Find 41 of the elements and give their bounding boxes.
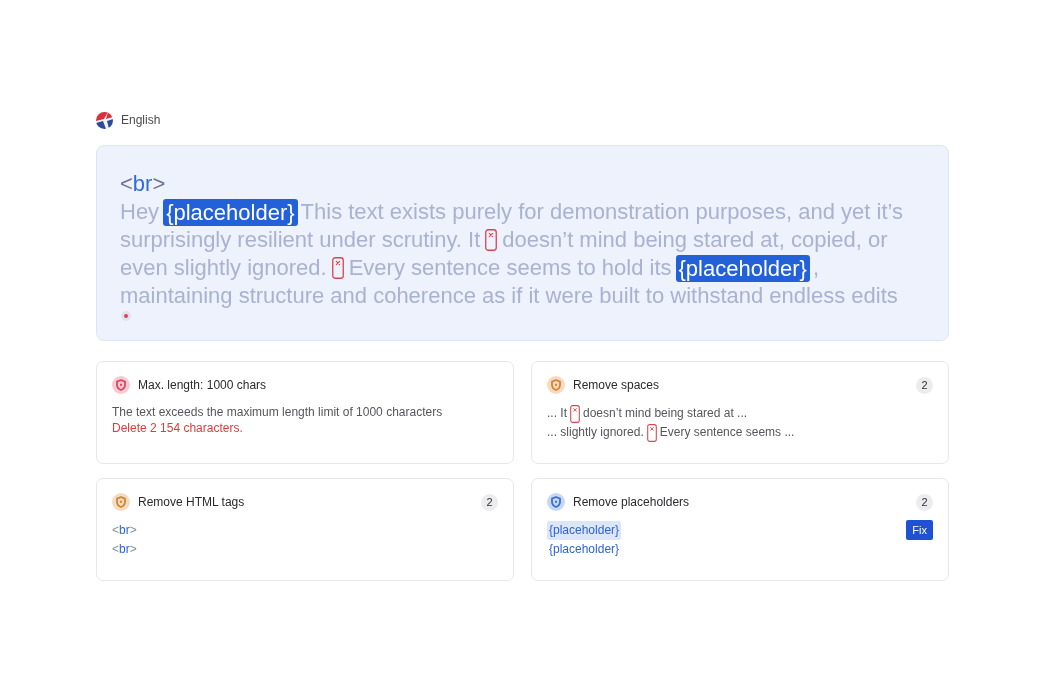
- editor-text: Every sentence seems to hold its: [348, 255, 672, 281]
- editor-text: This text exists purely for demonstration purposes, and yet it’s: [300, 199, 903, 225]
- shield-icon: [547, 376, 565, 394]
- placeholder-item[interactable]: {placeholder}: [547, 521, 622, 540]
- issue-title: Max. length: 1000 chars: [138, 378, 267, 392]
- dot-icon: [121, 311, 131, 321]
- language-label[interactable]: English: [121, 113, 161, 127]
- snippet-text: ... It: [547, 405, 567, 422]
- shield-icon: [112, 493, 130, 511]
- issue-action-text: Delete 2 154 characters.: [112, 420, 243, 436]
- html-tag: <br>: [112, 521, 137, 540]
- placeholder-item[interactable]: {placeholder}: [547, 540, 622, 559]
- snippet-text: ... slightly ignored.: [547, 424, 644, 441]
- space-marker-icon: [331, 257, 344, 279]
- snippet-text: Every sentence seems ...: [659, 424, 795, 441]
- count-badge: 2: [481, 493, 498, 511]
- count-badge: 2: [916, 493, 933, 511]
- space-marker-icon: [646, 423, 657, 442]
- editor-text: maintaining structure and coherence as if it were built to withstand endless edits: [120, 283, 898, 309]
- editor-text: ,: [812, 255, 820, 281]
- html-tag: <br>: [112, 540, 137, 559]
- count-badge: 2: [916, 376, 933, 394]
- issue-title: Remove placeholders: [573, 495, 690, 509]
- space-marker-icon: [485, 229, 498, 251]
- space-marker-icon: [570, 404, 580, 423]
- issue-title: Remove spaces: [573, 378, 660, 392]
- snippet-text: doesn’t mind being stared at ...: [583, 405, 748, 422]
- placeholder-chip: {placeholder}: [163, 198, 298, 226]
- editor-text: Hey: [120, 199, 160, 225]
- editor-text: surprisingly resilient under scrutiny. It: [120, 227, 481, 253]
- editor-text: even slightly ignored.: [120, 255, 327, 281]
- flag-icon: [96, 111, 113, 129]
- text-editor[interactable]: [96, 145, 949, 341]
- issue-title: Remove HTML tags: [138, 495, 245, 509]
- placeholder-chip: {placeholder}: [675, 254, 810, 282]
- editor-text: doesn’t mind being stared at, copied, or: [502, 227, 888, 253]
- issue-message: The text exceeds the maximum length limit of 1000 characters: [112, 404, 443, 420]
- shield-icon: [547, 493, 565, 511]
- fix-button[interactable]: Fix: [906, 520, 933, 540]
- shield-icon: [112, 376, 130, 394]
- html-tag: <br>: [120, 170, 166, 198]
